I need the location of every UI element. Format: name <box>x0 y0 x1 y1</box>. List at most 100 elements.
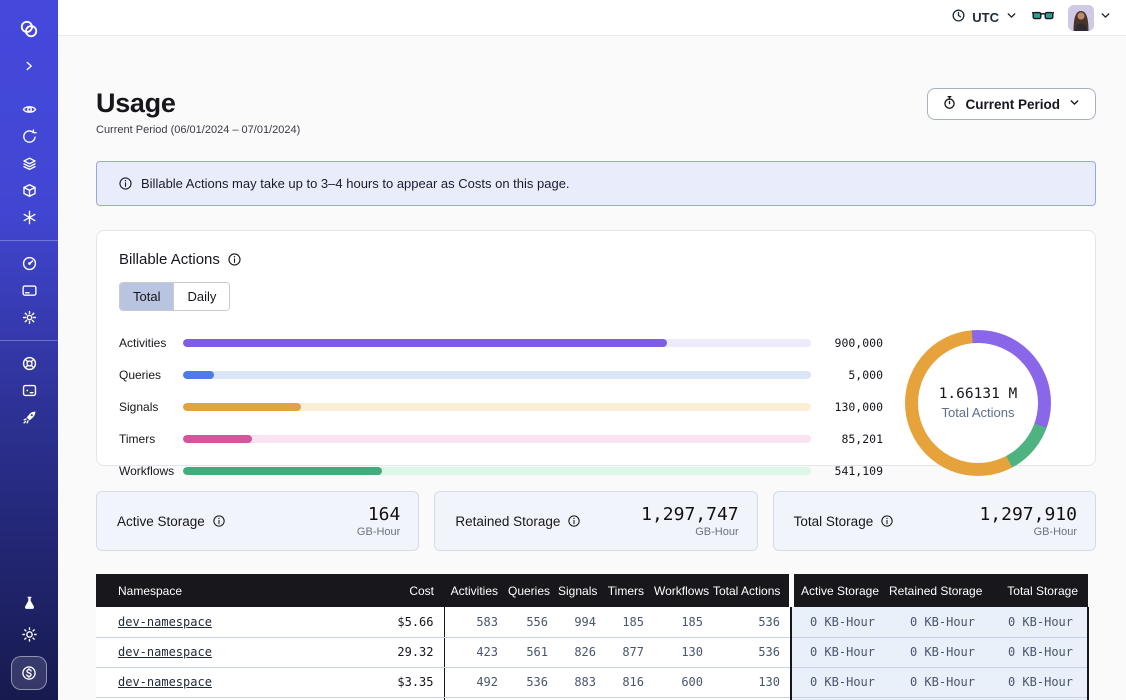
info-icon[interactable] <box>227 252 242 267</box>
bar-value: 541,109 <box>811 464 883 478</box>
table-header-row: Namespace Cost Activities Queries Signal… <box>96 574 1088 607</box>
bar-value: 130,000 <box>811 400 883 414</box>
donut-chart: 1.66131 M Total Actions <box>905 330 1051 476</box>
sidebar-bottom-group <box>0 586 58 690</box>
stopwatch-icon <box>942 95 957 113</box>
col-queries: Queries <box>508 574 558 607</box>
storage-card-unit: GB-Hour <box>979 526 1077 538</box>
col-total-storage: Total Storage <box>989 574 1088 607</box>
timezone-selector[interactable]: UTC <box>951 8 1018 28</box>
cell-timers: 185 <box>606 607 654 637</box>
chevron-down-icon <box>1099 9 1112 27</box>
active-storage-card: Active Storage 164 GB-Hour <box>96 491 419 551</box>
namespace-usage-table: Namespace Cost Activities Queries Signal… <box>96 574 1089 700</box>
col-namespace: Namespace <box>96 574 356 607</box>
cell-retained-storage: 0 KB-Hour <box>889 637 989 667</box>
avatar <box>1068 5 1094 31</box>
cell-workflows: 600 <box>654 667 713 697</box>
cell-activities: 583 <box>444 607 508 637</box>
col-signals: Signals <box>558 574 606 607</box>
bar-label: Workflows <box>119 464 183 478</box>
cell-queries: 561 <box>508 637 558 667</box>
cell-cost: $5.66 <box>356 607 444 637</box>
bar-value: 85,201 <box>811 432 883 446</box>
cell-queries: 556 <box>508 607 558 637</box>
billable-actions-title: Billable Actions <box>119 251 220 268</box>
tab-daily[interactable]: Daily <box>173 283 229 310</box>
topbar: UTC <box>58 0 1126 36</box>
bar-row-timers: Timers 85,201 <box>119 432 883 446</box>
cell-signals: 883 <box>558 667 606 697</box>
donut-total-value: 1.66131 M <box>939 386 1018 402</box>
docs-terminal-icon[interactable] <box>0 377 58 404</box>
cell-workflows: 130 <box>654 637 713 667</box>
billable-bar-chart: Activities 900,000 Queries 5,000 Signals… <box>119 336 883 478</box>
bar-value: 900,000 <box>811 336 883 350</box>
table-row: dev-namespace $5.66 583 556 994 185 185 … <box>96 607 1088 637</box>
info-icon[interactable] <box>212 514 226 528</box>
col-workflows: Workflows <box>654 574 713 607</box>
period-selector-label: Current Period <box>965 97 1060 112</box>
nexus-icon[interactable] <box>0 204 58 231</box>
deployments-icon[interactable] <box>0 177 58 204</box>
donut-caption: Total Actions <box>942 405 1015 420</box>
info-icon[interactable] <box>880 514 894 528</box>
cell-queries: 536 <box>508 667 558 697</box>
settings-gear-icon[interactable] <box>0 304 58 331</box>
cell-total-actions: 536 <box>713 637 791 667</box>
col-total-actions: Total Actions <box>713 574 791 607</box>
cell-signals: 826 <box>558 637 606 667</box>
bar-label: Timers <box>119 432 183 446</box>
lab-flask-icon[interactable] <box>0 586 58 618</box>
namespace-link[interactable]: dev-namespace <box>118 615 212 629</box>
col-cost: Cost <box>356 574 444 607</box>
storage-card-unit: GB-Hour <box>641 526 739 538</box>
info-banner-text: Billable Actions may take up to 3–4 hour… <box>141 176 570 191</box>
col-active-storage: Active Storage <box>791 574 889 607</box>
bar-label: Activities <box>119 336 183 350</box>
tab-total[interactable]: Total <box>120 283 173 310</box>
info-icon[interactable] <box>567 514 581 528</box>
total-storage-card: Total Storage 1,297,910 GB-Hour <box>773 491 1096 551</box>
col-timers: Timers <box>606 574 654 607</box>
getting-started-rocket-icon[interactable] <box>0 404 58 431</box>
chevron-down-icon <box>1068 96 1081 112</box>
expand-chevron-icon[interactable] <box>0 54 58 78</box>
namespaces-icon[interactable] <box>0 96 58 123</box>
sidebar-divider <box>0 240 58 241</box>
cell-active-storage: 0 KB-Hour <box>791 667 889 697</box>
storage-card-value: 1,297,910 <box>979 505 1077 525</box>
cell-retained-storage: 0 KB-Hour <box>889 667 989 697</box>
glasses-icon[interactable] <box>1032 7 1054 28</box>
billing-card-icon[interactable] <box>0 277 58 304</box>
cell-timers: 877 <box>606 637 654 667</box>
usage-dollar-icon[interactable] <box>11 656 47 690</box>
bar-row-signals: Signals 130,000 <box>119 400 883 414</box>
info-icon <box>118 176 133 191</box>
cell-activities: 423 <box>444 637 508 667</box>
current-period-subtitle: Current Period (06/01/2024 – 07/01/2024) <box>96 124 300 136</box>
layers-icon[interactable] <box>0 150 58 177</box>
cell-signals: 994 <box>558 607 606 637</box>
period-selector-button[interactable]: Current Period <box>927 88 1096 120</box>
bar-label: Queries <box>119 368 183 382</box>
retained-storage-card: Retained Storage 1,297,747 GB-Hour <box>434 491 757 551</box>
bar-label: Signals <box>119 400 183 414</box>
schedules-icon[interactable] <box>0 123 58 150</box>
namespace-link[interactable]: dev-namespace <box>118 645 212 659</box>
temporal-logo-icon[interactable] <box>0 12 58 46</box>
namespace-link[interactable]: dev-namespace <box>118 675 212 689</box>
cell-timers: 816 <box>606 667 654 697</box>
table-row: dev-namespace 29.32 423 561 826 877 130 … <box>96 637 1088 667</box>
bar-row-queries: Queries 5,000 <box>119 368 883 382</box>
cell-total-storage: 0 KB-Hour <box>989 637 1088 667</box>
usage-gauge-icon[interactable] <box>0 250 58 277</box>
bar-value: 5,000 <box>811 368 883 382</box>
support-lifebuoy-icon[interactable] <box>0 350 58 377</box>
theme-sun-icon[interactable] <box>0 618 58 650</box>
table-row: dev-namespace $3.35 492 536 883 816 600 … <box>96 667 1088 697</box>
cell-active-storage: 0 KB-Hour <box>791 637 889 667</box>
cell-cost: 29.32 <box>356 637 444 667</box>
account-menu[interactable] <box>1068 5 1112 31</box>
info-banner: Billable Actions may take up to 3–4 hour… <box>96 161 1096 206</box>
